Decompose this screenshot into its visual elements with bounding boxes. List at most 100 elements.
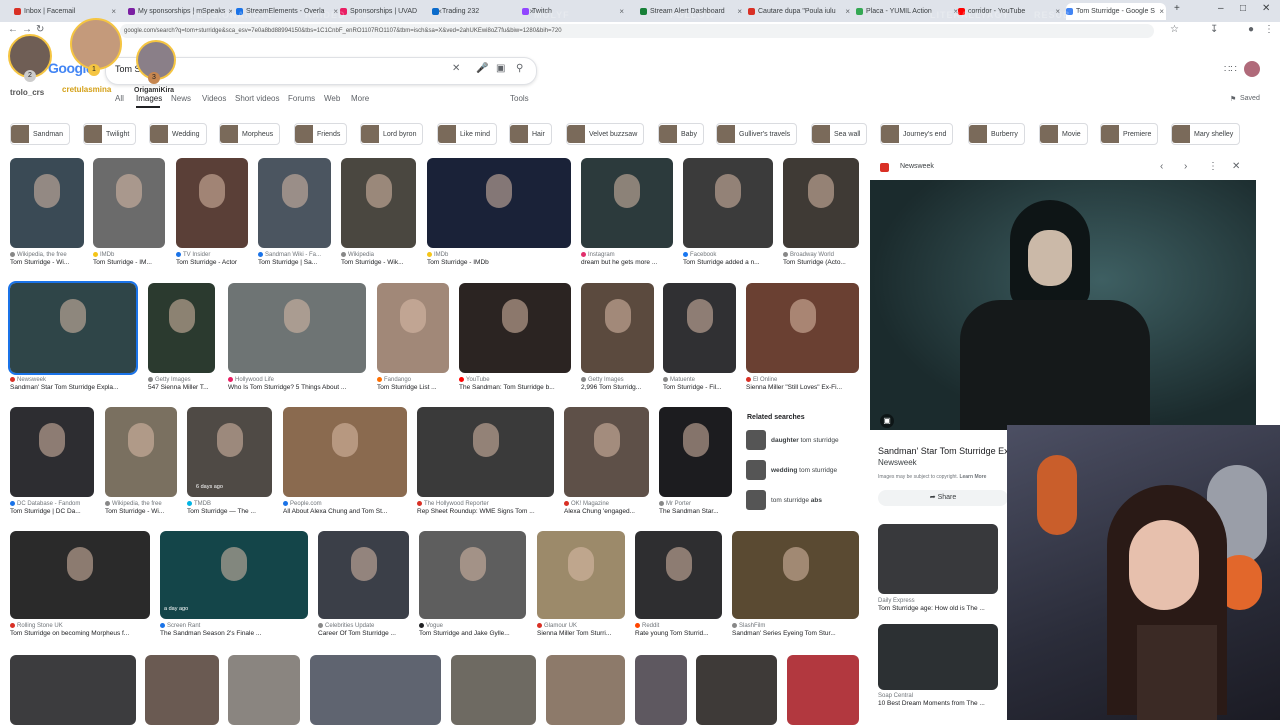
reload-icon[interactable]: ↻ xyxy=(36,24,44,35)
image-result-caption[interactable]: OK! Magazine Alexa Chung 'engaged... xyxy=(564,500,653,516)
search-tab-all[interactable]: All xyxy=(115,94,124,103)
image-result-caption[interactable]: Glamour UK Sienna Miller Tom Sturri... xyxy=(537,622,629,638)
maximize-icon[interactable]: □ xyxy=(1240,3,1246,14)
related-image-2[interactable] xyxy=(878,624,998,690)
image-result[interactable] xyxy=(696,655,777,725)
chip-movie[interactable]: Movie xyxy=(1039,123,1088,145)
chip-twilight[interactable]: Twilight xyxy=(83,123,137,145)
image-result[interactable] xyxy=(564,407,649,497)
image-result-caption[interactable]: Instagram dream but he gets more ... xyxy=(581,251,677,267)
image-result[interactable] xyxy=(683,158,773,248)
close-preview-icon[interactable]: ✕ xyxy=(1232,161,1240,172)
image-result[interactable] xyxy=(341,158,416,248)
learn-more-link[interactable]: Learn More xyxy=(959,474,986,480)
image-result-caption[interactable]: Getty Images 2,996 Tom Sturridg... xyxy=(581,376,658,392)
image-result-caption[interactable]: People.com All About Alexa Chung and Tom … xyxy=(283,500,411,516)
image-result-caption[interactable]: Reddit Rate young Tom Sturrid... xyxy=(635,622,726,638)
download-icon[interactable]: ↧ xyxy=(1210,24,1218,35)
minimize-icon[interactable]: – xyxy=(1218,3,1224,14)
image-result-caption[interactable]: Wikipedia, the free Tom Sturridge - Wi... xyxy=(10,251,88,267)
chip-burberry[interactable]: Burberry xyxy=(968,123,1025,145)
image-result[interactable] xyxy=(459,283,571,373)
lens-icon[interactable]: ▣ xyxy=(496,63,505,74)
related-image-2-caption[interactable]: Soap Central 10 Best Dream Moments from T… xyxy=(878,692,998,708)
chip-hair[interactable]: Hair xyxy=(509,123,552,145)
image-result[interactable] xyxy=(148,283,215,373)
image-result-caption[interactable]: Rolling Stone UK Tom Sturridge on becomin… xyxy=(10,622,154,638)
image-result-caption[interactable]: YouTube The Sandman: Tom Sturridge b... xyxy=(459,376,575,392)
close-tab-icon[interactable]: × xyxy=(737,7,744,16)
account-avatar[interactable] xyxy=(1244,61,1260,77)
search-tab-short-videos[interactable]: Short videos xyxy=(235,94,279,103)
image-result-caption[interactable]: Mr Porter The Sandman Star... xyxy=(659,500,736,516)
image-result[interactable] xyxy=(746,283,859,373)
menu-kebab-icon[interactable]: ⋮ xyxy=(1264,24,1274,35)
chip-morpheus[interactable]: Morpheus xyxy=(219,123,281,145)
image-result[interactable] xyxy=(581,283,654,373)
image-result[interactable] xyxy=(10,531,150,619)
url-field[interactable]: google.com/search?q=tom+sturridge&sca_es… xyxy=(120,24,1154,38)
tools-button[interactable]: Tools xyxy=(510,94,529,103)
image-result[interactable] xyxy=(10,158,84,248)
search-tab-images[interactable]: Images xyxy=(136,94,162,103)
image-result[interactable] xyxy=(635,655,687,725)
profile-icon[interactable]: ● xyxy=(1248,24,1254,35)
search-tab-news[interactable]: News xyxy=(171,94,191,103)
lens-search-icon[interactable]: ▣ xyxy=(880,414,894,428)
new-tab-button[interactable]: + xyxy=(1174,3,1180,14)
image-result[interactable] xyxy=(419,531,526,619)
image-result-caption[interactable]: DC Database - Fandom Tom Sturridge | DC D… xyxy=(10,500,98,516)
image-result[interactable] xyxy=(732,531,859,619)
prev-image-icon[interactable]: ‹ xyxy=(1160,161,1163,172)
image-result[interactable] xyxy=(783,158,859,248)
image-result[interactable] xyxy=(417,407,554,497)
close-tab-icon[interactable]: × xyxy=(845,7,852,16)
chip-velvet-buzzsaw[interactable]: Velvet buzzsaw xyxy=(566,123,645,145)
image-result-caption[interactable]: Screen Rant The Sandman Season 2's Finale… xyxy=(160,622,312,638)
saved-link[interactable]: Saved xyxy=(1240,95,1260,102)
related-search-item[interactable]: daughter tom sturridge xyxy=(746,429,860,451)
image-result-caption[interactable]: El Online Sienna Miller "Still Loves" Ex-… xyxy=(746,376,863,392)
image-result[interactable] xyxy=(427,158,571,248)
related-image-1-caption[interactable]: Daily Express Tom Sturridge age: How old … xyxy=(878,597,998,613)
image-result[interactable] xyxy=(310,655,441,725)
image-result-caption[interactable]: Wikipedia, the free Tom Sturridge - Wi... xyxy=(105,500,181,516)
image-result[interactable] xyxy=(93,158,165,248)
chip-gulliver-s-travels[interactable]: Gulliver's travels xyxy=(716,123,798,145)
close-tab-icon[interactable]: × xyxy=(1159,7,1166,16)
back-icon[interactable]: ← xyxy=(8,24,18,35)
browser-tab[interactable]: Cautare dupa "Poula iulu × xyxy=(748,3,852,20)
apps-grid-icon[interactable]: ∷∷ xyxy=(1224,64,1237,75)
preview-image[interactable] xyxy=(870,180,1256,430)
image-result[interactable] xyxy=(228,283,366,373)
close-window-icon[interactable]: ✕ xyxy=(1262,3,1270,14)
chip-sandman[interactable]: Sandman xyxy=(10,123,70,145)
next-image-icon[interactable]: › xyxy=(1184,161,1187,172)
preview-menu-icon[interactable]: ⋮ xyxy=(1208,161,1218,172)
image-result[interactable] xyxy=(635,531,722,619)
preview-title[interactable]: Sandman' Star Tom Sturridge Ex xyxy=(878,446,1009,456)
chip-lord-byron[interactable]: Lord byron xyxy=(360,123,424,145)
clear-icon[interactable]: ✕ xyxy=(452,63,460,74)
chip-friends[interactable]: Friends xyxy=(294,123,348,145)
search-tab-more[interactable]: More xyxy=(351,94,369,103)
browser-tab[interactable]: Trading 232 × xyxy=(432,3,536,20)
image-result[interactable] xyxy=(377,283,449,373)
image-result-caption[interactable]: IMDb Tom Sturridge - IMDb xyxy=(427,251,575,267)
image-result[interactable] xyxy=(581,158,673,248)
image-result[interactable] xyxy=(10,407,94,497)
search-icon[interactable]: ⚲ xyxy=(516,63,523,74)
image-result-caption[interactable]: Getty Images 547 Sienna Miller T... xyxy=(148,376,219,392)
image-result-caption[interactable]: Broadway World Tom Sturridge (Acto... xyxy=(783,251,863,267)
share-button[interactable]: ➦ Share xyxy=(878,490,1008,506)
image-result-caption[interactable]: TMDB Tom Sturridge — The ... xyxy=(187,500,276,516)
image-result-caption[interactable]: Wikipedia Tom Sturridge - Wik... xyxy=(341,251,420,267)
chip-journey-s-end[interactable]: Journey's end xyxy=(880,123,954,145)
image-result[interactable] xyxy=(787,655,859,725)
related-image-1[interactable] xyxy=(878,524,998,594)
image-result[interactable] xyxy=(258,158,331,248)
related-search-item[interactable]: tom sturridge abs xyxy=(746,489,860,511)
bookmark-star-icon[interactable]: ☆ xyxy=(1170,24,1179,35)
image-result-caption[interactable]: Fandango Tom Sturridge List ... xyxy=(377,376,453,392)
image-result-caption[interactable]: SlashFilm Sandman' Series Eyeing Tom Stur… xyxy=(732,622,863,638)
